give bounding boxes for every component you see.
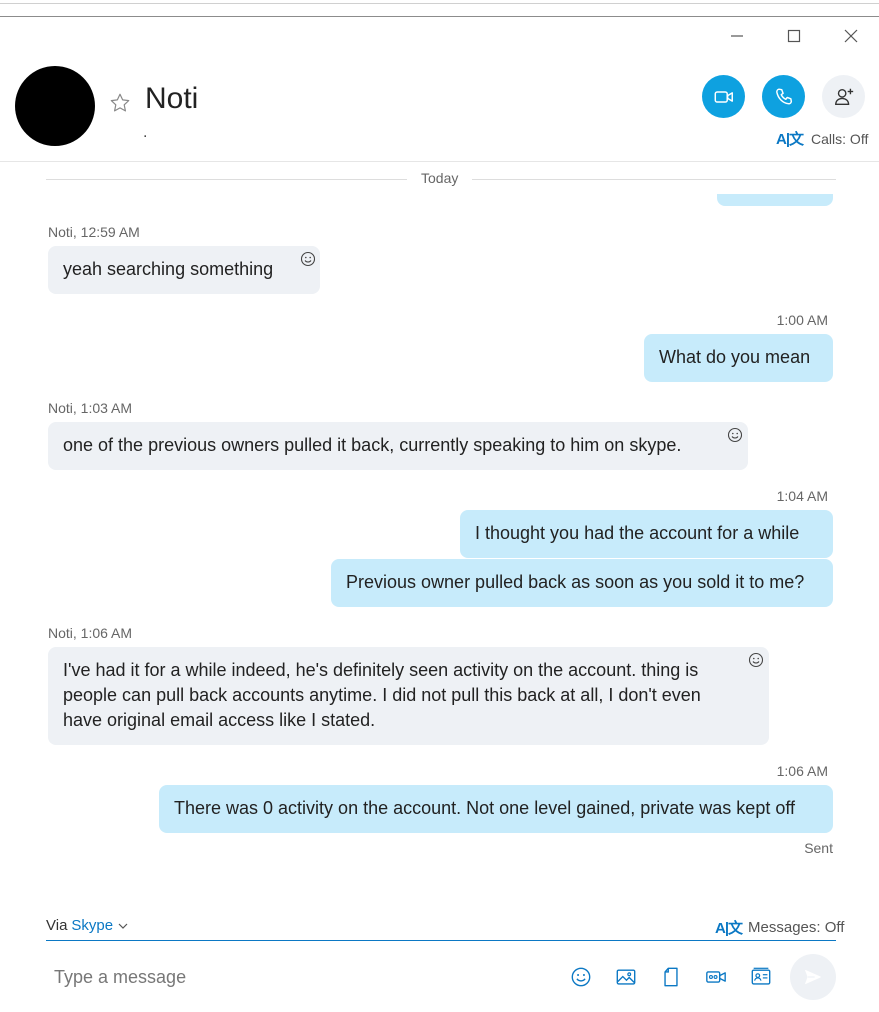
image-icon [616,969,636,985]
incoming-message[interactable]: I've had it for a while indeed, he's def… [48,647,769,745]
message-text: What do you mean [659,347,811,367]
date-separator: Today [407,170,473,186]
message-sender-time: Noti, 1:06 AM [48,625,133,641]
star-icon [110,93,130,112]
message-text: There was 0 activity on the account. Not… [174,798,796,818]
message-sender-time: Noti, 12:59 AM [48,224,140,240]
call-translator-toggle[interactable]: A|文 Calls: Off [776,128,868,149]
minimize-button[interactable] [722,24,752,48]
contact-name[interactable]: Noti [145,82,198,116]
send-file-button[interactable] [659,965,683,989]
emoji-button[interactable] [569,965,593,989]
translate-icon: A|文 [776,131,804,148]
message-translator-toggle[interactable]: A|文 Messages: Off [715,917,844,938]
file-icon [664,967,678,987]
message-sent-status: Sent [804,840,833,856]
via-selector[interactable]: Via Skype [46,917,129,934]
audio-call-icon [775,87,792,104]
translate-icon: A|文 [715,920,743,937]
minimize-icon [731,35,743,37]
previous-message-bubble [717,194,833,206]
send-image-button[interactable] [614,965,638,989]
messages-status: Messages: Off [748,919,845,936]
close-button[interactable] [836,24,866,48]
message-time: 1:04 AM [776,488,828,504]
incoming-message[interactable]: one of the previous owners pulled it bac… [48,422,748,470]
calls-status: Calls: Off [811,130,869,147]
message-text: Previous owner pulled back as soon as yo… [346,572,805,592]
message-text: I thought you had the account for a whil… [475,523,800,543]
add-person-icon [834,88,853,105]
outgoing-message[interactable]: There was 0 activity on the account. Not… [159,785,833,833]
favorite-button[interactable] [109,92,131,119]
smiley-reaction-icon[interactable] [727,427,743,443]
avatar[interactable] [15,66,95,146]
contact-card-icon [751,967,771,985]
via-label: Via [46,917,68,934]
message-time: 1:06 AM [776,763,828,779]
outgoing-message[interactable]: What do you mean [644,334,833,382]
send-button[interactable] [790,954,836,1000]
video-call-button[interactable] [702,75,745,118]
window-top-border [0,0,879,17]
emoji-icon [571,967,591,987]
smiley-reaction-icon[interactable] [748,652,764,668]
chat-header: Noti . A|文 Calls: Off [0,50,879,162]
audio-call-button[interactable] [762,75,805,118]
outgoing-message[interactable]: I thought you had the account for a whil… [460,510,833,558]
message-sender-time: Noti, 1:03 AM [48,400,133,416]
maximize-button[interactable] [779,24,809,48]
message-text: I've had it for a while indeed, he's def… [63,660,701,730]
video-call-icon [714,90,733,103]
via-service: Skype [71,917,114,934]
send-icon [805,969,821,985]
outgoing-message[interactable]: Previous owner pulled back as soon as yo… [331,559,833,607]
add-people-button[interactable] [822,75,865,118]
maximize-icon [787,29,801,43]
send-contact-button[interactable] [749,965,773,989]
video-message-icon [706,971,726,983]
compose-divider [46,940,836,941]
smiley-reaction-icon[interactable] [300,251,316,267]
contact-status: . [143,124,148,141]
message-time: 1:00 AM [776,312,828,328]
incoming-message[interactable]: yeah searching something [48,246,320,294]
chevron-down-icon [118,923,128,929]
message-text: yeah searching something [63,259,274,279]
message-text: one of the previous owners pulled it bac… [63,435,682,455]
message-input[interactable] [46,958,546,996]
video-message-button[interactable] [704,965,728,989]
close-icon [844,29,858,43]
